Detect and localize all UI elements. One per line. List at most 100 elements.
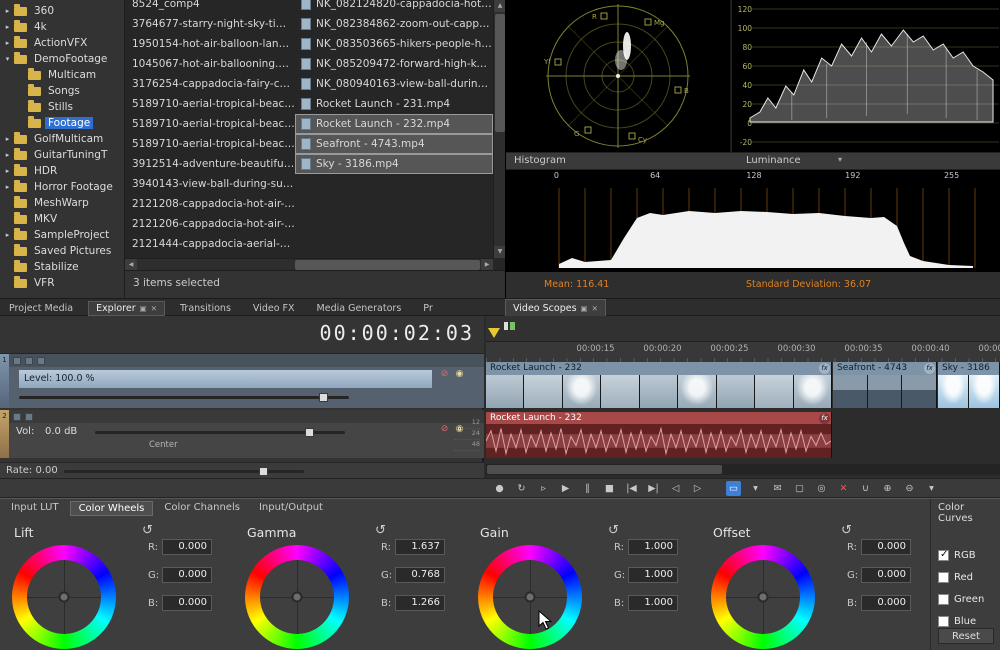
play-from-start-button[interactable]: ▹ xyxy=(536,481,551,496)
track-solo-button[interactable]: ◉ xyxy=(454,369,465,380)
video-clip[interactable]: Seafront - 4743 fx xyxy=(833,362,937,408)
timeline-scrollbar[interactable] xyxy=(486,464,1000,475)
tree-expand-icon[interactable]: ▸ xyxy=(3,23,12,31)
track-lock-icon[interactable] xyxy=(37,357,45,365)
tree-item[interactable]: ▸ Horror Footage xyxy=(0,179,124,195)
reset-wheel-button[interactable]: ↺ xyxy=(142,523,153,538)
edit-tool-dropdown[interactable]: ▾ xyxy=(748,481,763,496)
blue-value-input[interactable]: 0.000 xyxy=(861,595,911,611)
vertical-scrollbar[interactable]: ▲ ▼ xyxy=(493,0,505,258)
wheel-puck[interactable] xyxy=(292,592,303,603)
video-clip[interactable]: Rocket Launch - 232 fx xyxy=(486,362,832,408)
tree-expand-icon[interactable]: ▸ xyxy=(3,183,12,191)
timeline-marker[interactable] xyxy=(504,322,508,330)
color-panel-tab[interactable]: Color Wheels xyxy=(70,501,154,516)
marker-bar[interactable] xyxy=(486,316,1000,342)
fx-badge[interactable]: fx xyxy=(924,363,935,374)
zoom-tool-button[interactable]: ◎ xyxy=(814,481,829,496)
rate-slider[interactable] xyxy=(64,470,304,473)
red-value-input[interactable]: 0.000 xyxy=(861,539,911,555)
track-mute-button[interactable]: ⊘ xyxy=(439,424,450,435)
track-color-strip[interactable]: 2 xyxy=(0,410,9,458)
green-value-input[interactable]: 0.000 xyxy=(162,567,212,583)
envelope-tool-button[interactable]: ✉ xyxy=(770,481,785,496)
red-value-input[interactable]: 0.000 xyxy=(162,539,212,555)
file-item[interactable]: 3940143-view-ball-during-sunse... xyxy=(125,174,295,194)
file-item[interactable]: 2121208-cappadocia-hot-air-bal... xyxy=(125,194,295,214)
green-value-input[interactable]: 1.000 xyxy=(628,567,678,583)
reset-wheel-button[interactable]: ↺ xyxy=(375,523,386,538)
channel-checkbox-row[interactable]: ✓ Green xyxy=(934,588,1000,610)
video-clip[interactable]: Sky - 3186 xyxy=(938,362,1000,408)
blue-value-input[interactable]: 0.000 xyxy=(162,595,212,611)
time-ruler[interactable]: 00:00:1500:00:2000:00:2500:00:3000:00:35… xyxy=(486,342,1000,362)
panel-tab[interactable]: Transitions ▣ ✕ xyxy=(173,302,238,315)
color-panel-tab[interactable]: Input/Output xyxy=(251,501,331,516)
play-button[interactable]: ▶ xyxy=(558,481,573,496)
tree-expand-icon[interactable]: ▸ xyxy=(3,167,12,175)
slider-handle[interactable] xyxy=(259,467,268,476)
previous-frame-button[interactable]: ◁ xyxy=(668,481,683,496)
color-wheel[interactable] xyxy=(12,545,116,649)
track-color-strip[interactable]: 1 xyxy=(0,354,9,408)
file-item[interactable]: 1045067-hot-air-ballooning.mov xyxy=(125,54,295,74)
timeline-marker[interactable] xyxy=(510,322,515,330)
color-wheel[interactable] xyxy=(245,545,349,649)
tree-item[interactable]: ▸ 4k xyxy=(0,19,124,35)
file-item[interactable]: 2121206-cappadocia-hot-air-bal... xyxy=(125,214,295,234)
file-item[interactable]: NK_085209472-forward-high-key-aeria... xyxy=(295,54,493,74)
checkbox[interactable]: ✓ xyxy=(938,550,949,561)
go-to-start-button[interactable]: |◀ xyxy=(624,481,639,496)
loop-playback-button[interactable]: ↻ xyxy=(514,481,529,496)
more-tools-dropdown[interactable]: ▾ xyxy=(924,481,939,496)
fx-badge[interactable]: fx xyxy=(819,363,830,374)
slider-handle[interactable] xyxy=(319,393,328,402)
color-panel-tab[interactable]: Color Channels xyxy=(156,501,248,516)
stop-button[interactable]: ■ xyxy=(602,481,617,496)
timecode-display[interactable]: 00:00:02:03 xyxy=(320,321,474,345)
timeline[interactable]: 00:00:1500:00:2000:00:2500:00:3000:00:35… xyxy=(486,316,1000,478)
tree-item[interactable]: Stills xyxy=(0,99,124,115)
file-item[interactable]: 3764677-starry-night-sky-time-l... xyxy=(125,14,295,34)
close-icon[interactable]: ✕ xyxy=(592,304,598,313)
file-item[interactable]: 8524_comp4 xyxy=(125,0,295,14)
wheel-puck[interactable] xyxy=(525,592,536,603)
tree-expand-icon[interactable]: ▸ xyxy=(3,7,12,15)
tree-item[interactable]: MKV xyxy=(0,211,124,227)
zoom-out-button[interactable]: ⊖ xyxy=(902,481,917,496)
close-icon[interactable]: ✕ xyxy=(151,304,157,313)
file-item[interactable]: 5189710-aerial-tropical-beach-b... xyxy=(125,134,295,154)
reset-curves-button[interactable]: Reset xyxy=(938,628,994,644)
file-item[interactable]: Rocket Launch - 231.mp4 xyxy=(295,94,493,114)
color-wheel[interactable] xyxy=(478,545,582,649)
checkbox[interactable]: ✓ xyxy=(938,572,949,583)
wheel-puck[interactable] xyxy=(59,592,70,603)
tree-expand-icon[interactable]: ▾ xyxy=(3,55,12,63)
panel-tab[interactable]: Explorer ▣ ✕ xyxy=(88,301,165,316)
blue-value-input[interactable]: 1.266 xyxy=(395,595,445,611)
tree-expand-icon[interactable]: ▸ xyxy=(3,151,12,159)
audio-clip[interactable]: Rocket Launch - 232 fx xyxy=(486,412,832,458)
panel-tab[interactable]: Project Media ▣ ✕ xyxy=(2,302,80,315)
tree-item[interactable]: ▸ HDR xyxy=(0,163,124,179)
red-value-input[interactable]: 1.000 xyxy=(628,539,678,555)
reset-wheel-button[interactable]: ↺ xyxy=(608,523,619,538)
tree-item[interactable]: Multicam xyxy=(0,67,124,83)
tree-item[interactable]: ▸ GuitarTuningT xyxy=(0,147,124,163)
record-button[interactable]: ● xyxy=(492,481,507,496)
panel-tab[interactable]: Media Generators ▣ ✕ xyxy=(310,302,409,315)
slider-handle[interactable] xyxy=(305,428,314,437)
file-item[interactable]: 5189710-aerial-tropical-beach-b... xyxy=(125,94,295,114)
delete-button[interactable]: ✕ xyxy=(836,481,851,496)
pan-label[interactable]: Center xyxy=(149,440,178,450)
tree-item[interactable]: Stabilize xyxy=(0,259,124,275)
red-value-input[interactable]: 1.637 xyxy=(395,539,445,555)
next-frame-button[interactable]: ▷ xyxy=(690,481,705,496)
tree-item[interactable]: MeshWarp xyxy=(0,195,124,211)
scroll-down-button[interactable]: ▼ xyxy=(494,246,505,258)
go-to-end-button[interactable]: ▶| xyxy=(646,481,661,496)
tree-item[interactable]: Footage xyxy=(0,115,124,131)
scrollbar-thumb[interactable] xyxy=(495,14,505,132)
file-item[interactable]: Rocket Launch - 232.mp4 xyxy=(295,114,493,134)
track-fx-icon[interactable] xyxy=(13,413,21,421)
